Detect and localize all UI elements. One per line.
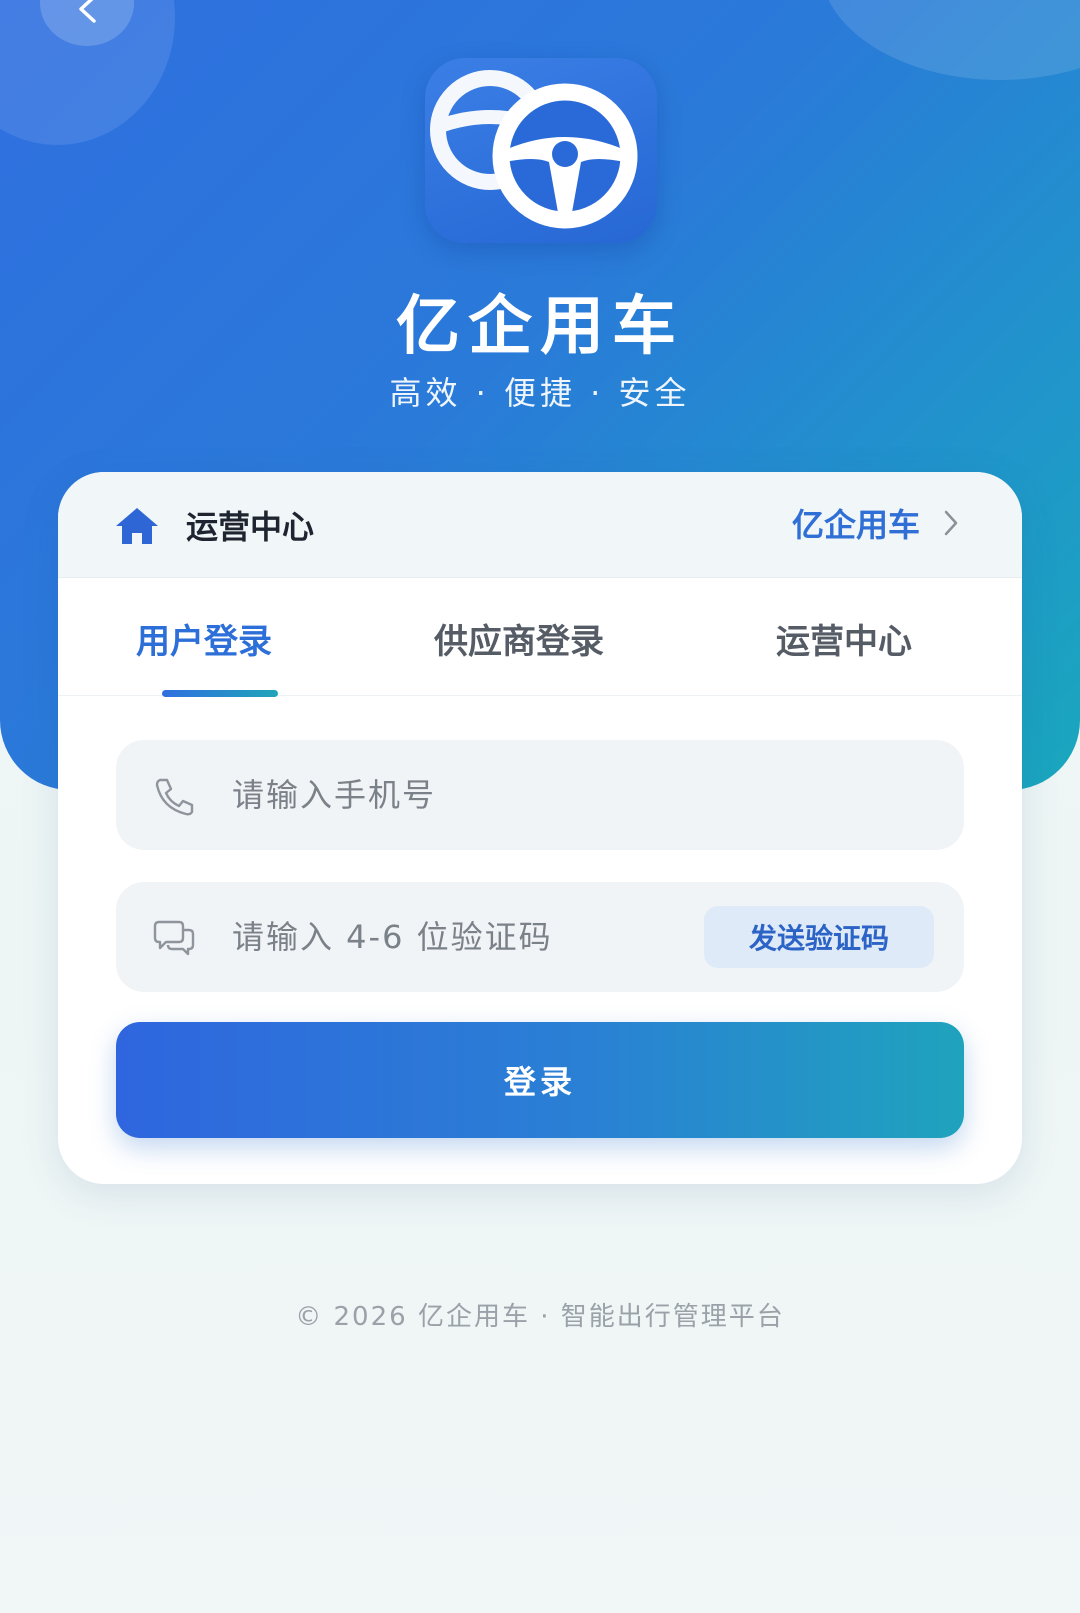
verification-code-field: 发送验证码 [116,882,964,992]
message-icon [153,920,195,956]
steering-wheel-icon [430,70,638,229]
app-slogan: 高效 · 便捷 · 安全 [389,374,691,412]
login-page: 亿企用车 高效 · 便捷 · 安全 运营中心 亿企用车 用户登录 供应商登录 运… [0,0,1080,1613]
app-logo [425,58,657,243]
tab-supplier-login[interactable]: 供应商登录 [434,614,604,663]
login-button[interactable]: 登录 [116,1022,964,1138]
send-code-button[interactable]: 发送验证码 [704,906,934,968]
footer-copyright: © 2026 亿企用车 · 智能出行管理平台 [295,1302,785,1332]
phone-input[interactable] [232,740,672,850]
verification-code-input[interactable] [232,882,672,992]
login-tabs: 用户登录 供应商登录 运营中心 [58,578,1022,697]
tab-operations-center[interactable]: 运营中心 [776,614,912,663]
header-title: 运营中心 [186,508,315,546]
card-header: 运营中心 亿企用车 [58,472,1022,578]
app-switch-label: 亿企用车 [791,506,920,544]
tab-user-login[interactable]: 用户登录 [136,614,272,663]
chevron-right-icon [944,510,958,536]
phone-field [116,740,964,850]
login-card: 运营中心 亿企用车 用户登录 供应商登录 运营中心 请输入手机号 请输入 4-6… [58,472,1022,1184]
phone-icon [155,778,194,816]
app-switch-link[interactable]: 亿企用车 [792,500,960,546]
active-tab-indicator [162,690,278,697]
app-title: 亿企用车 [396,290,684,364]
decorative-bubble [820,0,1080,80]
chevron-left-icon [79,0,96,23]
home-icon [116,508,158,544]
